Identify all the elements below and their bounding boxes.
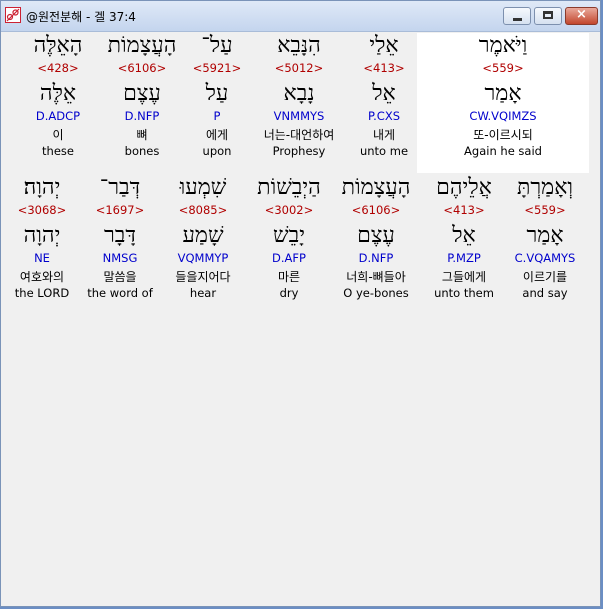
word-cell[interactable]: עַל־ <5921> עַל P 에게 upon bbox=[187, 35, 247, 162]
morphology-code: NMSG bbox=[102, 251, 138, 265]
english-gloss: upon bbox=[202, 144, 232, 158]
english-gloss: and say bbox=[522, 286, 568, 300]
word-cell[interactable]: דְּבַר־ <1697> דָּבָר NMSG 말씀을 the word … bbox=[83, 177, 157, 304]
lexical-form: יְהוָה bbox=[23, 223, 61, 248]
hebrew-word: הָאֵלֶּה bbox=[33, 33, 83, 58]
minimize-icon bbox=[513, 18, 522, 21]
strong-number: <1697> bbox=[95, 203, 145, 217]
hebrew-word: יְהוָה׃ bbox=[23, 175, 61, 200]
morphology-code: D.NFP bbox=[124, 109, 160, 123]
lexical-form: אֵל bbox=[452, 223, 476, 248]
strong-number: <3002> bbox=[264, 203, 314, 217]
lexical-form: דָּבָר bbox=[104, 223, 136, 248]
hebrew-word: הָעֲצָמוֹת bbox=[107, 33, 177, 58]
word-cell[interactable]: הָאֵלֶּה <428> אֵלֶּה D.ADCP 이 these bbox=[21, 35, 95, 162]
english-gloss: unto them bbox=[434, 286, 494, 300]
english-gloss: the word of bbox=[87, 286, 153, 300]
window-title: @원전분해 - 겔 37:4 bbox=[26, 10, 136, 24]
close-icon: × bbox=[576, 7, 587, 22]
morphology-code: VNMMYS bbox=[273, 109, 325, 123]
lexical-form: עֶצֶם bbox=[123, 81, 161, 106]
morphology-code: D.ADCP bbox=[35, 109, 81, 123]
morphology-code: P.MZP bbox=[447, 251, 481, 265]
strong-number: <559> bbox=[524, 203, 566, 217]
lexical-form: עַל bbox=[205, 81, 229, 106]
english-gloss: O ye-bones bbox=[343, 286, 409, 300]
strong-number: <413> bbox=[443, 203, 485, 217]
english-gloss: the LORD bbox=[14, 286, 70, 300]
word-cell[interactable]: הִנָּבֵא <5012> נָבָא VNMMYS 너는-대언하여 Pro… bbox=[245, 35, 353, 162]
title-bar[interactable]: @원전분해 - 겔 37:4 × bbox=[1, 1, 600, 32]
lexical-form: עֶצֶם bbox=[357, 223, 395, 248]
english-gloss: these bbox=[42, 144, 74, 158]
lexical-form: אָמַר bbox=[484, 81, 522, 106]
hebrew-word: אֲלֵיהֶם bbox=[436, 175, 492, 200]
morphology-code: P bbox=[213, 109, 221, 123]
english-gloss: bones bbox=[124, 144, 160, 158]
maximize-icon bbox=[543, 11, 553, 19]
english-gloss: Prophesy bbox=[272, 144, 326, 158]
word-cell[interactable]: אֵלַי <413> אֵל P.CXS 내게 unto me bbox=[347, 35, 421, 162]
morphology-code: P.CXS bbox=[367, 109, 400, 123]
maximize-button[interactable] bbox=[534, 7, 562, 25]
hebrew-word: שִׁמְעוּ bbox=[179, 175, 227, 200]
strong-number: <6106> bbox=[117, 61, 167, 75]
morphology-code: C.VQAMYS bbox=[514, 251, 576, 265]
lexical-form: שָׁמַע bbox=[182, 223, 224, 248]
strong-number: <6106> bbox=[351, 203, 401, 217]
word-cell[interactable]: הַיְבֵשׁוֹת <3002> יָבֵשׁ D.AFP 마른 dry bbox=[247, 177, 331, 304]
strong-number: <5012> bbox=[274, 61, 324, 75]
hebrew-word: הַיְבֵשׁוֹת bbox=[257, 175, 321, 200]
hebrew-word: אֵלַי bbox=[369, 33, 399, 58]
hebrew-word: וְאָמַרְתָּ bbox=[516, 175, 574, 200]
app-window: @원전분해 - 겔 37:4 × וַיֹּאמֶר <559> אָמַר C… bbox=[0, 0, 601, 607]
lexical-form: אֵל bbox=[372, 81, 396, 106]
hebrew-word: וַיֹּאמֶר bbox=[478, 33, 528, 58]
hebrew-word: עַל־ bbox=[201, 33, 233, 58]
strong-number: <5921> bbox=[192, 61, 242, 75]
minimize-button[interactable] bbox=[503, 7, 531, 25]
english-gloss: unto me bbox=[359, 144, 409, 158]
word-cell[interactable]: אֲלֵיהֶם <413> אֵל P.MZP 그들에게 unto them bbox=[427, 177, 501, 304]
hebrew-word: הָעֲצָמוֹת bbox=[341, 175, 411, 200]
morphology-code: CW.VQIMZS bbox=[469, 109, 537, 123]
strong-number: <8085> bbox=[178, 203, 228, 217]
morphology-code: D.NFP bbox=[358, 251, 394, 265]
word-cell[interactable]: וְאָמַרְתָּ <559> אָמַר C.VQAMYS 이르기를 an… bbox=[509, 177, 581, 304]
english-gloss: Again he said bbox=[464, 144, 542, 158]
word-cell[interactable]: הָעֲצָמוֹת <6106> עֶצֶם D.NFP 뼈 bones bbox=[97, 35, 187, 162]
english-gloss: hear bbox=[189, 286, 217, 300]
lexical-form: יָבֵשׁ bbox=[273, 223, 305, 248]
app-icon bbox=[5, 7, 21, 23]
morphology-code: VQMMYP bbox=[177, 251, 229, 265]
word-cell[interactable]: הָעֲצָמוֹת <6106> עֶצֶם D.NFP 너희-뼈들아 O y… bbox=[331, 177, 421, 304]
lexical-form: נָבָא bbox=[283, 81, 315, 106]
english-gloss: dry bbox=[279, 286, 299, 300]
hebrew-word: דְּבַר־ bbox=[99, 175, 141, 200]
word-cell[interactable]: וַיֹּאמֶר <559> אָמַר CW.VQIMZS 또-이르시되 A… bbox=[419, 35, 587, 162]
strong-number: <3068> bbox=[17, 203, 67, 217]
morphology-code: NE bbox=[34, 251, 50, 265]
lexical-form: אָמַר bbox=[526, 223, 564, 248]
close-button[interactable]: × bbox=[565, 7, 598, 25]
strong-number: <428> bbox=[37, 61, 79, 75]
lexical-form: אֵלֶּה bbox=[39, 81, 77, 106]
word-cell[interactable]: שִׁמְעוּ <8085> שָׁמַע VQMMYP 들을지어다 hear bbox=[165, 177, 241, 304]
morphology-code: D.AFP bbox=[272, 251, 306, 265]
word-cell[interactable]: יְהוָה׃ <3068> יְהוָה NE 여호와의 the LORD bbox=[7, 177, 77, 304]
strong-number: <413> bbox=[363, 61, 405, 75]
interlinear-panel: וַיֹּאמֶר <559> אָמַר CW.VQIMZS 또-이르시되 A… bbox=[1, 32, 600, 606]
hebrew-word: הִנָּבֵא bbox=[277, 33, 321, 58]
strong-number: <559> bbox=[482, 61, 524, 75]
